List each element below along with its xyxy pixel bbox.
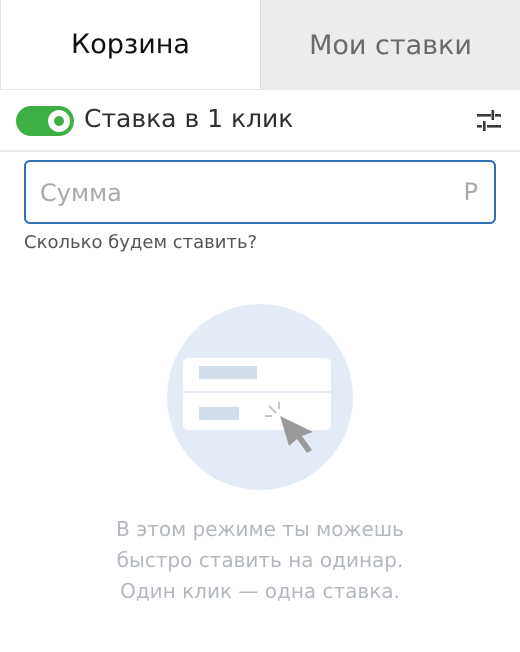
empty-state-text: В этом режиме ты можешь быстро ставить н… [40, 514, 480, 607]
one-click-toggle[interactable] [16, 106, 74, 136]
one-click-illustration [167, 304, 353, 490]
tab-my-bets[interactable]: Мои ставки [260, 0, 520, 90]
empty-state-line: Один клик — одна ставка. [120, 579, 400, 603]
empty-state-line: быстро ставить на одинар. [116, 548, 404, 572]
tab-basket[interactable]: Корзина [0, 0, 260, 90]
tab-bar: Корзина Мои ставки [0, 0, 520, 90]
one-click-label: Ставка в 1 клик [84, 104, 294, 133]
one-click-row: Ставка в 1 клик [0, 90, 520, 152]
amount-input[interactable] [40, 176, 440, 210]
amount-field[interactable]: Р [24, 160, 496, 224]
empty-state-line: В этом режиме ты можешь [116, 517, 404, 541]
currency-symbol: Р [463, 178, 478, 206]
amount-hint: Сколько будем ставить? [24, 232, 258, 253]
settings-sliders-icon[interactable] [476, 108, 502, 134]
toggle-knob [48, 110, 70, 132]
